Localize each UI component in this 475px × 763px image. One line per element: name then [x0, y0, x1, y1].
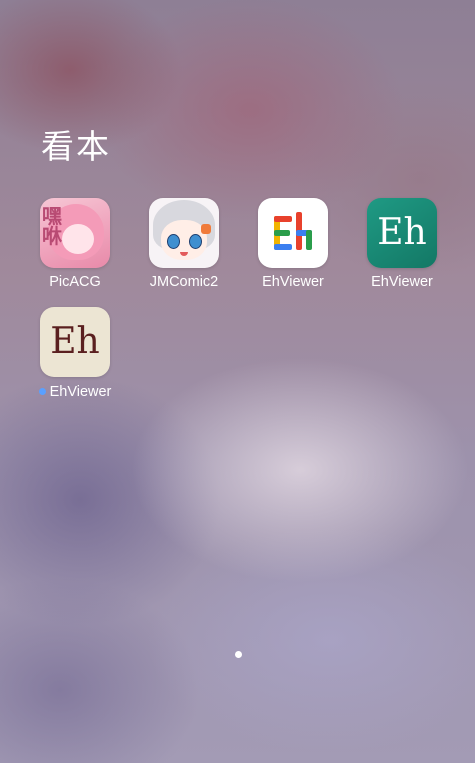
app-label: EhViewer	[371, 274, 433, 290]
app-label: EhViewer	[262, 274, 324, 290]
app-label: JMComic2	[149, 274, 219, 290]
app-ehviewer-cream[interactable]: Eh EhViewer	[20, 307, 130, 400]
eh-colorful-mark	[274, 212, 312, 250]
icon-art	[189, 234, 202, 249]
icon-text: Eh	[377, 212, 427, 253]
icon-art	[62, 224, 94, 254]
app-label: EhViewer	[49, 383, 112, 400]
new-install-dot-icon	[38, 388, 46, 395]
icon-art	[201, 224, 211, 234]
app-ehviewer-teal[interactable]: Eh EhViewer	[347, 198, 457, 290]
page-indicator-dot[interactable]	[235, 651, 242, 658]
app-picacg[interactable]: 嘿咻 PicACG	[20, 198, 130, 290]
ehviewer-teal-app-icon[interactable]: Eh	[367, 198, 437, 268]
ehviewer-cream-app-icon[interactable]: Eh	[40, 307, 110, 377]
app-jmcomic2[interactable]: JMComic2	[129, 198, 239, 290]
folder-title[interactable]: 看本	[41, 120, 111, 168]
app-label: PicACG	[49, 274, 101, 290]
picacg-app-icon[interactable]: 嘿咻	[40, 198, 110, 268]
ehviewer-colorful-app-icon[interactable]	[258, 198, 328, 268]
icon-art: 嘿咻	[42, 204, 62, 248]
app-ehviewer-colorful[interactable]: EhViewer	[238, 198, 348, 290]
icon-art	[167, 234, 180, 249]
icon-text: Eh	[50, 321, 100, 362]
jmcomic-app-icon[interactable]	[149, 198, 219, 268]
